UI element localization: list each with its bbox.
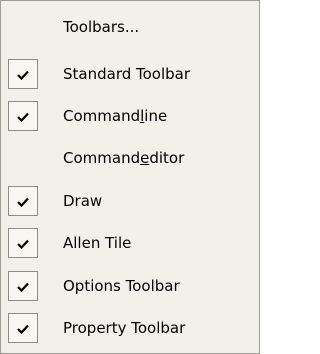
menu-item-label: Property Toolbar (63, 319, 186, 337)
label-text: Command (63, 149, 141, 167)
menu-item-standard-toolbar[interactable]: Standard Toolbar (8, 59, 256, 89)
checkmark-box (8, 228, 38, 258)
menu-item-label: Options Toolbar (63, 277, 180, 295)
menu-item-allen-tile[interactable]: Allen Tile (8, 228, 256, 258)
checkmark-box (8, 59, 38, 89)
menu-item-toolbars[interactable]: Toolbars... (8, 12, 256, 42)
menu-item-label: Draw (63, 192, 103, 210)
menu-item-label: Commandline (63, 101, 167, 131)
menu-item-label: Commandeditor (63, 143, 184, 173)
checkmark-box (8, 271, 38, 301)
checkmark-box (8, 186, 38, 216)
checkmark-icon (17, 324, 29, 335)
label-text: ine (144, 107, 168, 125)
checkmark-icon (17, 282, 29, 293)
checkmark-icon (17, 70, 29, 81)
menu-item-label: Standard Toolbar (63, 65, 191, 83)
checkmark-box (8, 101, 38, 131)
menu-item-label: Toolbars... (63, 18, 140, 36)
menu-item-options-toolbar[interactable]: Options Toolbar (8, 271, 256, 301)
menu-item-commandline[interactable]: Commandline (8, 101, 256, 131)
menu-item-label: Allen Tile (63, 234, 132, 252)
menu-item-property-toolbar[interactable]: Property Toolbar (8, 313, 256, 343)
checkmark-icon (17, 239, 29, 250)
checkmark-icon (17, 112, 29, 123)
label-text: Command (63, 107, 141, 125)
toolbars-context-menu: Toolbars... Standard Toolbar Commandline… (0, 0, 260, 354)
label-text: ditor (149, 149, 185, 167)
accelerator-key: e (140, 149, 150, 167)
checkmark-icon (17, 197, 29, 208)
checkmark-box (8, 313, 38, 343)
menu-item-commandeditor[interactable]: Commandeditor (8, 143, 256, 173)
menu-item-draw[interactable]: Draw (8, 186, 256, 216)
